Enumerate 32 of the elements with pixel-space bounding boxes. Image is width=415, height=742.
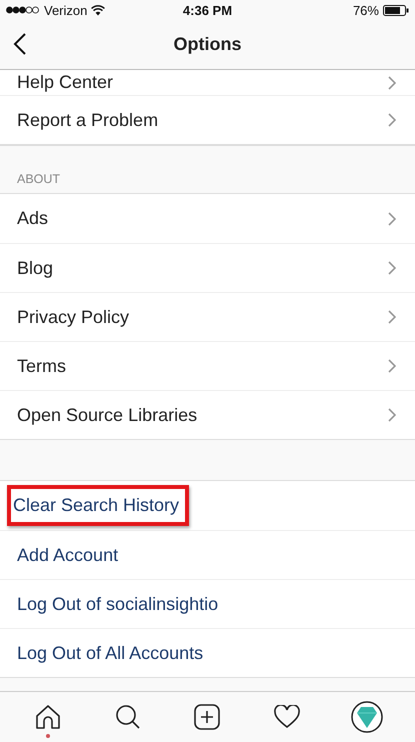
chevron-icon — [388, 310, 396, 324]
row-label: Log Out of All Accounts — [16, 642, 204, 665]
row-label: Add Account — [16, 544, 120, 566]
chevron-icon — [388, 212, 396, 226]
back-icon[interactable] — [13, 33, 27, 55]
row-label: Report a Problem — [16, 108, 160, 132]
wifi-icon — [91, 4, 106, 16]
home-icon[interactable] — [34, 704, 61, 730]
row-label: Privacy Policy — [16, 306, 130, 329]
battery-percent: 76% — [352, 2, 379, 18]
chevron-icon — [388, 408, 396, 422]
row-label: Terms — [16, 354, 67, 378]
row-label: Blog — [16, 256, 54, 280]
row-label: Ads — [16, 207, 50, 230]
signal-icon — [6, 6, 40, 14]
row-label: Open Source Libraries — [16, 404, 198, 427]
screen-title: Options — [174, 34, 242, 55]
profile-avatar-icon[interactable] — [351, 701, 384, 733]
search-icon[interactable] — [114, 704, 141, 730]
row-label: Clear Search History — [7, 485, 190, 526]
add-icon[interactable] — [194, 704, 220, 730]
chevron-icon — [388, 261, 396, 275]
row-label: Log Out of socialinsightio — [16, 592, 220, 616]
battery-icon — [382, 4, 409, 16]
chevron-icon — [388, 113, 396, 127]
carrier-text: Verizon — [44, 2, 88, 18]
section-header: ABOUT — [17, 172, 60, 186]
row-label: Help Center — [16, 71, 114, 94]
clock-text: 4:36 PM — [182, 2, 232, 18]
heart-icon[interactable] — [274, 705, 300, 729]
chevron-icon — [388, 76, 396, 90]
chevron-icon — [388, 359, 396, 373]
